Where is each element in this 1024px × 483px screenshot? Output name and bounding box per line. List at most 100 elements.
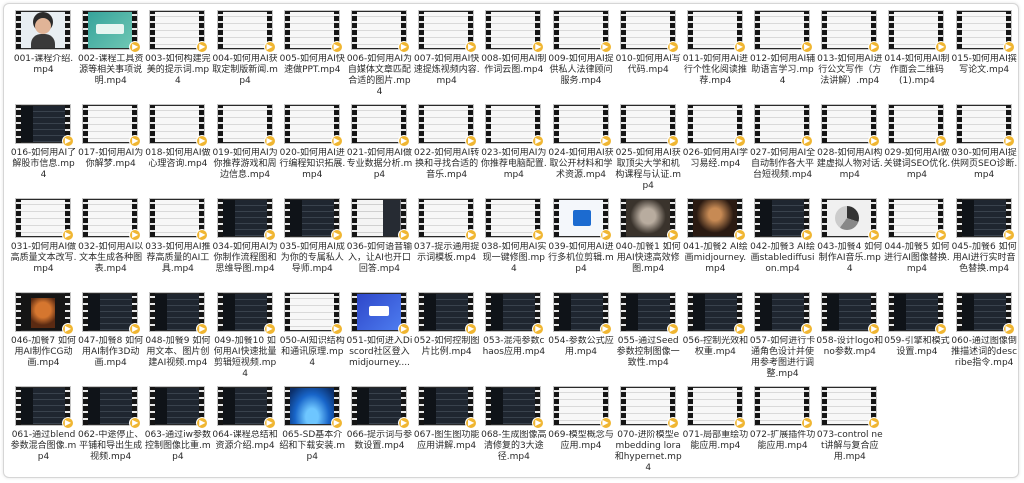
- video-file-item[interactable]: ▶ 015-如何用AI撰写论文.mp4: [951, 10, 1018, 104]
- video-file-item[interactable]: ▶ 045-加餐6 如何用AI进行实时音色替换.mp4: [951, 198, 1018, 292]
- file-name-label: 017-如何用AI为你解梦.mp4: [78, 148, 144, 169]
- video-file-item[interactable]: ▶ 004-如何用AI获取定制版新闻.mp4: [212, 10, 279, 104]
- video-file-item[interactable]: ▶ 002-课程工具资源等相关事项说明.mp4: [77, 10, 144, 104]
- video-file-item[interactable]: ▶ 064-课程总结和资源介绍.mp4: [212, 386, 279, 480]
- play-badge-icon: ▶: [465, 135, 478, 147]
- video-file-item[interactable]: ▶ 033-如何用AI推荐高质量的AI工具.mp4: [144, 198, 211, 292]
- video-file-item[interactable]: ▶ 019-如何用AI为你推荐游戏和周边信息.mp4: [212, 104, 279, 198]
- video-file-item[interactable]: ▶ 056-控制光效和权重.mp4: [682, 292, 749, 386]
- video-file-item[interactable]: ▶ 065-SD基本介绍和下载安装.mp4: [279, 386, 346, 480]
- video-file-item[interactable]: ▶ 061-通过blend参数混合图像.mp4: [10, 386, 77, 480]
- video-file-item[interactable]: ▶ 072-扩展插件功能应用.mp4: [749, 386, 816, 480]
- video-file-item[interactable]: ▶ 021-如何用AI做专业数据分析.mp4: [346, 104, 413, 198]
- video-file-item[interactable]: ▶ 058-设计logo和no参数.mp4: [816, 292, 883, 386]
- video-file-item[interactable]: ▶ 067-图生图功能应用讲解.mp4: [413, 386, 480, 480]
- video-file-item[interactable]: ▶ 042-加餐3 AI绘画stablediffusion.mp4: [749, 198, 816, 292]
- thumbnail-preview: [558, 12, 603, 48]
- video-file-item[interactable]: ▶ 070-进阶模型embedding lora 和hypernet.mp4: [615, 386, 682, 480]
- file-name-label: 067-图生图功能应用讲解.mp4: [413, 430, 480, 451]
- video-file-item[interactable]: 001-课程介绍.mp4: [10, 10, 77, 104]
- thumbnail-preview: [222, 12, 267, 48]
- video-file-item[interactable]: ▶ 022-如何用AI转换和寻找合适的音乐.mp4: [413, 104, 480, 198]
- video-file-item[interactable]: ▶ 039-如何用AI进行多机位剪辑.mp4: [548, 198, 615, 292]
- video-file-item[interactable]: ▶ 052-如何控制图片比例.mp4: [413, 292, 480, 386]
- video-file-item[interactable]: ▶ 024-如何用AI获取公开材料和学术资源.mp4: [548, 104, 615, 198]
- video-file-item[interactable]: ▶ 003-如何构建完美的提示词.mp4: [144, 10, 211, 104]
- video-file-item[interactable]: ▶ 050-AI知识结构和通讯原理.mp4: [279, 292, 346, 386]
- video-file-item[interactable]: ▶ 018-如何用AI做心理咨询.mp4: [144, 104, 211, 198]
- play-badge-icon: ▶: [868, 323, 881, 335]
- video-file-item[interactable]: ▶ 049-加餐10 如何用AI快速批量剪辑短视频.mp4: [212, 292, 279, 386]
- video-file-item[interactable]: ▶ 032-如何用AI以文本生成各种图表.mp4: [77, 198, 144, 292]
- video-file-item[interactable]: ▶ 029-如何用AI做关键词SEO优化.mp4: [883, 104, 950, 198]
- video-file-item[interactable]: ▶ 034-如何用AI为你制作流程图和思维导图.mp4: [212, 198, 279, 292]
- file-name-label: 050-AI知识结构和通讯原理.mp4: [279, 336, 345, 368]
- video-file-item[interactable]: ▶ 069-模型概念与应用.mp4: [548, 386, 615, 480]
- play-badge-icon: ▶: [196, 229, 209, 241]
- video-file-item[interactable]: ▶ 009-如何用AI提供私人法律顾问服务.mp4: [548, 10, 615, 104]
- video-file-item[interactable]: ▶ 011-如何用AI进行个性化阅读推荐.mp4: [682, 10, 749, 104]
- video-file-item[interactable]: ▶ 020-如何用AI进行编程知识拓展.mp4: [279, 104, 346, 198]
- video-file-item[interactable]: ▶ 071-局部重绘功能应用.mp4: [682, 386, 749, 480]
- video-file-item[interactable]: ▶ 012-如何用AI辅助语言学习.mp4: [749, 10, 816, 104]
- video-file-item[interactable]: ▶ 026-如何用AI学习易经.mp4: [682, 104, 749, 198]
- video-file-item[interactable]: ▶ 007-如何用AI快速提炼视频内容.mp4: [413, 10, 480, 104]
- video-file-item[interactable]: ▶ 040-加餐1 如何用AI快速高效修图.mp4: [615, 198, 682, 292]
- video-file-item[interactable]: ▶ 025-如何用AI获取顶尖大学和机构课程与认证.mp4: [615, 104, 682, 198]
- video-file-item[interactable]: ▶ 008-如何用AI制作词云图.mp4: [480, 10, 547, 104]
- thumbnail-preview: [21, 294, 65, 330]
- video-file-item[interactable]: ▶ 066-提示词与参数设置.mp4: [346, 386, 413, 480]
- file-name-label: 060-通过图像倒推描述词的describe指令.mp4: [951, 336, 1018, 368]
- video-file-item[interactable]: ▶ 016-如何用AI了解股市信息.mp4: [10, 104, 77, 198]
- thumbnail-preview: [692, 12, 737, 48]
- file-name-label: 014-如何用AI制作面会二维码(1).mp4: [884, 54, 950, 86]
- video-file-item[interactable]: ▶ 046-加餐7 如何用AI制作CG动画.mp4: [10, 292, 77, 386]
- video-file-item[interactable]: ▶ 063-通过iw参数控制图像比重.mp4: [144, 386, 211, 480]
- file-name-label: 064-课程总结和资源介绍.mp4: [212, 430, 278, 451]
- video-file-item[interactable]: ▶ 014-如何用AI制作面会二维码(1).mp4: [883, 10, 950, 104]
- video-file-item[interactable]: ▶ 047-加餐8 如何用AI制作3D动画.mp4: [77, 292, 144, 386]
- video-file-item[interactable]: ▶ 010-如何用AI写代码.mp4: [615, 10, 682, 104]
- video-file-item[interactable]: ▶ 053-混沌参数chaos应用.mp4: [480, 292, 547, 386]
- video-file-item[interactable]: ▶ 006-如何用AI为自媒体文章匹配合适的图片.mp4: [346, 10, 413, 104]
- thumbnail-preview: [21, 388, 65, 424]
- video-file-item[interactable]: ▶ 068-生成图像高清修复的3大途径.mp4: [480, 386, 547, 480]
- video-file-item[interactable]: ▶ 031-如何用AI做高质量文本改写.mp4: [10, 198, 77, 292]
- thumbnail-preview: [356, 200, 401, 236]
- play-badge-icon: ▶: [263, 135, 276, 147]
- video-file-item[interactable]: ▶ 041-加餐2 AI绘画midjourney.mp4: [682, 198, 749, 292]
- video-file-item[interactable]: ▶ 037-提示通用提示词模板.mp4: [413, 198, 480, 292]
- thumbnail-preview: [356, 12, 401, 48]
- video-file-item[interactable]: ▶ 073-control net讲解与复合应用.mp4: [816, 386, 883, 480]
- video-file-item[interactable]: ▶ 054-参数公式应用.mp4: [548, 292, 615, 386]
- play-badge-icon: ▶: [1002, 41, 1015, 53]
- video-file-item[interactable]: ▶ 013-如何用AI进行公文写作（方法讲解）.mp4: [816, 10, 883, 104]
- video-file-item[interactable]: ▶ 043-加餐4 如何制作AI音乐.mp4: [816, 198, 883, 292]
- video-file-item[interactable]: ▶ 027-如何用AI全自动制作各大平台短视频.mp4: [749, 104, 816, 198]
- video-file-item[interactable]: ▶ 055-通过Seed参数控制图像一致性.mp4: [615, 292, 682, 386]
- video-file-item[interactable]: ▶ 057-如何进行卡通角色设计并使用参考图进行调整.mp4: [749, 292, 816, 386]
- video-file-item[interactable]: ▶ 030-如何用AI提供网页SEO诊断.mp4: [951, 104, 1018, 198]
- file-name-label: 009-如何用AI提供私人法律顾问服务.mp4: [548, 54, 614, 86]
- video-file-item[interactable]: ▶ 044-加餐5 如何进行AI图像替换.mp4: [883, 198, 950, 292]
- file-name-label: 065-SD基本介绍和下载安装.mp4: [279, 430, 346, 462]
- video-file-item[interactable]: ▶ 028-如何用AI构建虚拟人物对话.mp4: [816, 104, 883, 198]
- file-name-label: 025-如何用AI获取顶尖大学和机构课程与认证.mp4: [615, 148, 681, 191]
- video-file-item[interactable]: ▶ 035-如何用AI成为你的专属私人导师.mp4: [279, 198, 346, 292]
- video-file-item[interactable]: ▶ 048-加餐9 如何用文本、图片创建AI视频.mp4: [144, 292, 211, 386]
- video-file-item[interactable]: ▶ 059-引擎和模式设置.mp4: [883, 292, 950, 386]
- video-file-item[interactable]: ▶ 062-中途停止、平铺和导出生成视频.mp4: [77, 386, 144, 480]
- play-badge-icon: ▶: [666, 135, 679, 147]
- video-file-item[interactable]: ▶ 060-通过图像倒推描述词的describe指令.mp4: [951, 292, 1018, 386]
- file-name-label: 021-如何用AI做专业数据分析.mp4: [346, 148, 413, 180]
- play-badge-icon: ▶: [935, 323, 948, 335]
- thumbnail-preview: [289, 12, 334, 48]
- video-file-item[interactable]: ▶ 036-如何语音输入，让AI也开口回答.mp4: [346, 198, 413, 292]
- file-name-label: 040-加餐1 如何用AI快速高效修图.mp4: [615, 242, 681, 274]
- video-file-item[interactable]: ▶ 038-如何用AI实现一键修图.mp4: [480, 198, 547, 292]
- video-file-item[interactable]: ▶ 051-如何进入Discord社区登入midjourney....: [346, 292, 413, 386]
- video-file-item[interactable]: ▶ 005-如何用AI快速做PPT.mp4: [279, 10, 346, 104]
- video-file-item[interactable]: ▶ 023-如何用AI为你推荐电脑配置.mp4: [480, 104, 547, 198]
- video-file-item[interactable]: ▶ 017-如何用AI为你解梦.mp4: [77, 104, 144, 198]
- thumbnail-preview: [222, 200, 267, 236]
